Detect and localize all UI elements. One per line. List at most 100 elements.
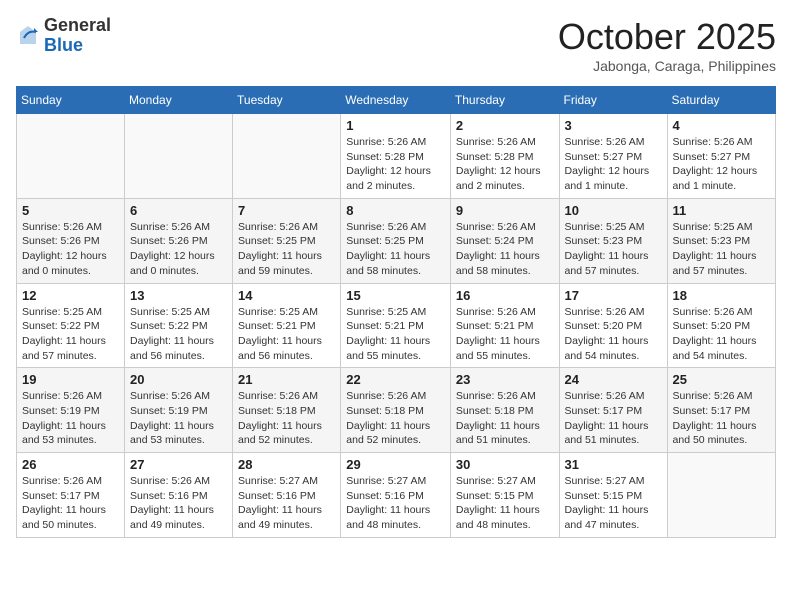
col-thursday: Thursday (450, 87, 559, 114)
day-info: Sunrise: 5:26 AM Sunset: 5:20 PM Dayligh… (565, 305, 662, 364)
logo-icon (16, 24, 40, 48)
day-number: 28 (238, 457, 335, 472)
day-info: Sunrise: 5:26 AM Sunset: 5:18 PM Dayligh… (238, 389, 335, 448)
table-row (17, 114, 125, 199)
day-info: Sunrise: 5:26 AM Sunset: 5:18 PM Dayligh… (456, 389, 554, 448)
day-number: 12 (22, 288, 119, 303)
day-info: Sunrise: 5:26 AM Sunset: 5:26 PM Dayligh… (22, 220, 119, 279)
day-info: Sunrise: 5:25 AM Sunset: 5:23 PM Dayligh… (673, 220, 770, 279)
day-info: Sunrise: 5:26 AM Sunset: 5:17 PM Dayligh… (565, 389, 662, 448)
day-info: Sunrise: 5:26 AM Sunset: 5:25 PM Dayligh… (346, 220, 445, 279)
logo-blue: Blue (44, 36, 111, 56)
table-row: 4Sunrise: 5:26 AM Sunset: 5:27 PM Daylig… (667, 114, 775, 199)
table-row: 2 Sunrise: 5:26 AM Sunset: 5:28 PM Daylig… (450, 114, 559, 199)
table-row: 9Sunrise: 5:26 AM Sunset: 5:24 PM Daylig… (450, 198, 559, 283)
table-row: 29 Sunrise: 5:27 AM Sunset: 5:16 PM Dayli… (341, 453, 451, 538)
day-number: 20 (130, 372, 227, 387)
day-info: Sunrise: 5:27 AM Sunset: 5:16 PM Dayligh… (346, 474, 445, 533)
day-number: 2 (456, 118, 554, 133)
day-number: 10 (565, 203, 662, 218)
calendar-header-row: Sunday Monday Tuesday Wednesday Thursday… (17, 87, 776, 114)
table-row: 30 Sunrise: 5:27 AM Sunset: 5:15 PM Dayli… (450, 453, 559, 538)
table-row (233, 114, 341, 199)
table-row: 16 Sunrise: 5:26 AM Sunset: 5:21 PM Dayli… (450, 283, 559, 368)
table-row: 8 Sunrise: 5:26 AM Sunset: 5:25 PM Daylig… (341, 198, 451, 283)
table-row: 24 Sunrise: 5:26 AM Sunset: 5:17 PM Dayli… (559, 368, 667, 453)
day-number: 24 (565, 372, 662, 387)
table-row: 10Sunrise: 5:25 AM Sunset: 5:23 PM Dayli… (559, 198, 667, 283)
day-info: Sunrise: 5:26 AM Sunset: 5:28 PM Dayligh… (346, 135, 445, 194)
table-row: 28 Sunrise: 5:27 AM Sunset: 5:16 PM Dayli… (233, 453, 341, 538)
day-number: 18 (673, 288, 770, 303)
table-row: 18 Sunrise: 5:26 AM Sunset: 5:20 PM Dayli… (667, 283, 775, 368)
logo-general: General (44, 16, 111, 36)
day-info: Sunrise: 5:26 AM Sunset: 5:16 PM Dayligh… (130, 474, 227, 533)
day-number: 13 (130, 288, 227, 303)
day-number: 3 (565, 118, 662, 133)
table-row: 13 Sunrise: 5:25 AM Sunset: 5:22 PM Dayli… (125, 283, 233, 368)
col-friday: Friday (559, 87, 667, 114)
table-row: 11 Sunrise: 5:25 AM Sunset: 5:23 PM Dayli… (667, 198, 775, 283)
table-row: 25 Sunrise: 5:26 AM Sunset: 5:17 PM Dayli… (667, 368, 775, 453)
table-row (125, 114, 233, 199)
day-info: Sunrise: 5:26 AM Sunset: 5:18 PM Dayligh… (346, 389, 445, 448)
table-row: 20 Sunrise: 5:26 AM Sunset: 5:19 PM Dayli… (125, 368, 233, 453)
table-row: 14Sunrise: 5:25 AM Sunset: 5:21 PM Dayli… (233, 283, 341, 368)
table-row: 26Sunrise: 5:26 AM Sunset: 5:17 PM Dayli… (17, 453, 125, 538)
day-info: Sunrise: 5:26 AM Sunset: 5:19 PM Dayligh… (130, 389, 227, 448)
day-info: Sunrise: 5:26 AM Sunset: 5:28 PM Dayligh… (456, 135, 554, 194)
location: Jabonga, Caraga, Philippines (558, 58, 776, 74)
table-row: 21 Sunrise: 5:26 AM Sunset: 5:18 PM Dayli… (233, 368, 341, 453)
day-number: 11 (673, 203, 770, 218)
day-number: 6 (130, 203, 227, 218)
day-number: 8 (346, 203, 445, 218)
day-info: Sunrise: 5:27 AM Sunset: 5:15 PM Dayligh… (565, 474, 662, 533)
day-number: 21 (238, 372, 335, 387)
page-header: General Blue October 2025 Jabonga, Carag… (16, 16, 776, 74)
day-info: Sunrise: 5:25 AM Sunset: 5:22 PM Dayligh… (130, 305, 227, 364)
day-number: 25 (673, 372, 770, 387)
day-number: 23 (456, 372, 554, 387)
col-saturday: Saturday (667, 87, 775, 114)
table-row: 31 Sunrise: 5:27 AM Sunset: 5:15 PM Dayli… (559, 453, 667, 538)
logo: General Blue (16, 16, 111, 56)
table-row: 23 Sunrise: 5:26 AM Sunset: 5:18 PM Dayli… (450, 368, 559, 453)
logo-text: General Blue (44, 16, 111, 56)
day-info: Sunrise: 5:26 AM Sunset: 5:27 PM Dayligh… (565, 135, 662, 194)
day-info: Sunrise: 5:27 AM Sunset: 5:15 PM Dayligh… (456, 474, 554, 533)
day-number: 5 (22, 203, 119, 218)
day-number: 27 (130, 457, 227, 472)
day-info: Sunrise: 5:27 AM Sunset: 5:16 PM Dayligh… (238, 474, 335, 533)
calendar-week-row: 1 Sunrise: 5:26 AM Sunset: 5:28 PM Daylig… (17, 114, 776, 199)
table-row: 17Sunrise: 5:26 AM Sunset: 5:20 PM Dayli… (559, 283, 667, 368)
col-monday: Monday (125, 87, 233, 114)
table-row: 7Sunrise: 5:26 AM Sunset: 5:25 PM Daylig… (233, 198, 341, 283)
calendar: Sunday Monday Tuesday Wednesday Thursday… (16, 86, 776, 538)
table-row: 22Sunrise: 5:26 AM Sunset: 5:18 PM Dayli… (341, 368, 451, 453)
table-row: 6Sunrise: 5:26 AM Sunset: 5:26 PM Daylig… (125, 198, 233, 283)
calendar-week-row: 19Sunrise: 5:26 AM Sunset: 5:19 PM Dayli… (17, 368, 776, 453)
day-info: Sunrise: 5:25 AM Sunset: 5:21 PM Dayligh… (346, 305, 445, 364)
table-row: 1 Sunrise: 5:26 AM Sunset: 5:28 PM Daylig… (341, 114, 451, 199)
day-number: 16 (456, 288, 554, 303)
table-row (667, 453, 775, 538)
table-row: 15Sunrise: 5:25 AM Sunset: 5:21 PM Dayli… (341, 283, 451, 368)
day-number: 9 (456, 203, 554, 218)
calendar-week-row: 5 Sunrise: 5:26 AM Sunset: 5:26 PM Daylig… (17, 198, 776, 283)
col-wednesday: Wednesday (341, 87, 451, 114)
day-number: 29 (346, 457, 445, 472)
day-info: Sunrise: 5:26 AM Sunset: 5:27 PM Dayligh… (673, 135, 770, 194)
day-info: Sunrise: 5:25 AM Sunset: 5:22 PM Dayligh… (22, 305, 119, 364)
table-row: 19Sunrise: 5:26 AM Sunset: 5:19 PM Dayli… (17, 368, 125, 453)
calendar-week-row: 26Sunrise: 5:26 AM Sunset: 5:17 PM Dayli… (17, 453, 776, 538)
day-info: Sunrise: 5:26 AM Sunset: 5:17 PM Dayligh… (673, 389, 770, 448)
day-number: 30 (456, 457, 554, 472)
col-sunday: Sunday (17, 87, 125, 114)
day-info: Sunrise: 5:26 AM Sunset: 5:20 PM Dayligh… (673, 305, 770, 364)
day-info: Sunrise: 5:26 AM Sunset: 5:21 PM Dayligh… (456, 305, 554, 364)
calendar-week-row: 12 Sunrise: 5:25 AM Sunset: 5:22 PM Dayli… (17, 283, 776, 368)
table-row: 12 Sunrise: 5:25 AM Sunset: 5:22 PM Dayli… (17, 283, 125, 368)
day-number: 1 (346, 118, 445, 133)
day-number: 31 (565, 457, 662, 472)
table-row: 5 Sunrise: 5:26 AM Sunset: 5:26 PM Daylig… (17, 198, 125, 283)
